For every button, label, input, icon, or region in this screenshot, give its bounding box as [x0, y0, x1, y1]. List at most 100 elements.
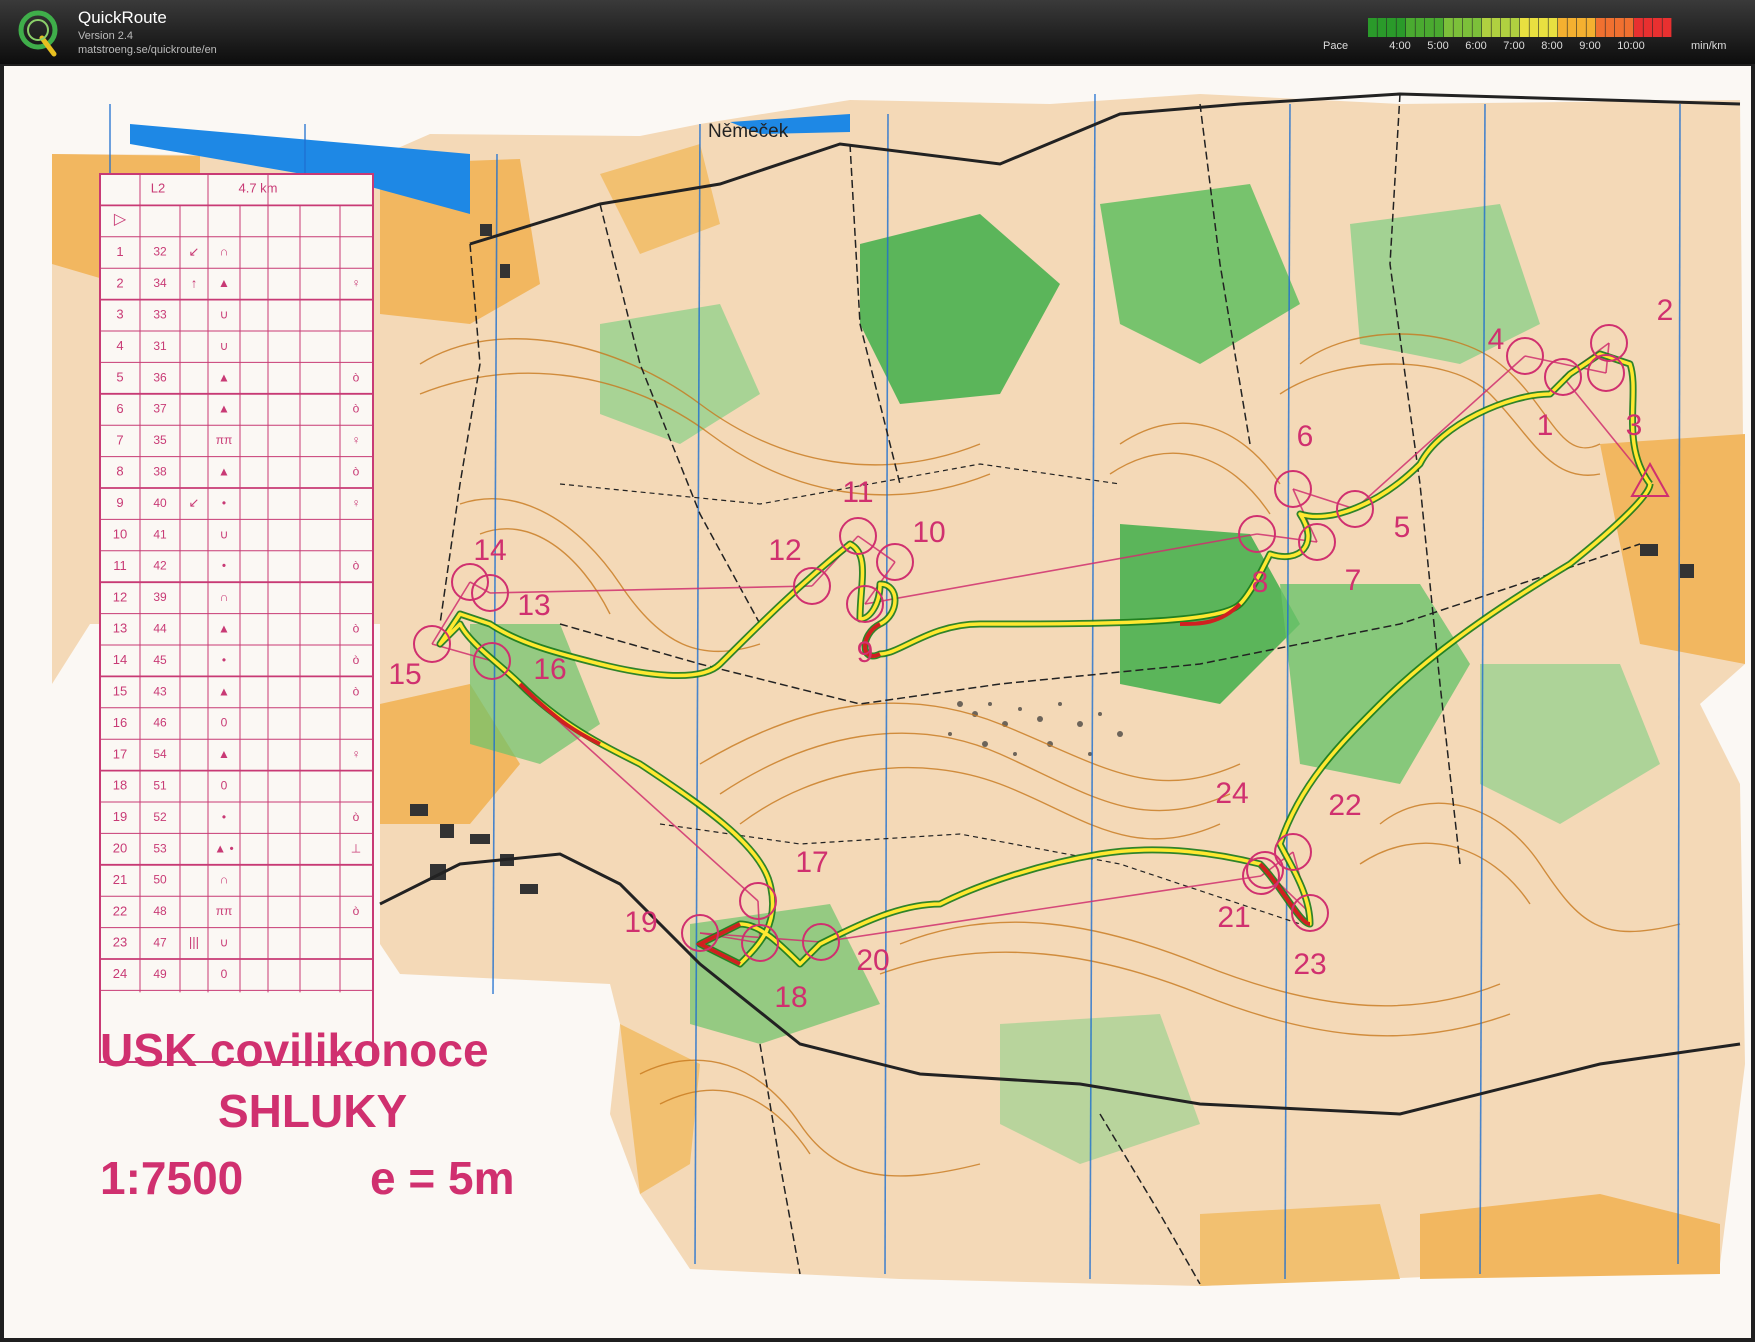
pace-scale-segment [1605, 18, 1615, 37]
quickroute-logo-icon [18, 10, 58, 57]
description-control-code: 33 [153, 307, 167, 321]
description-control-number: 8 [116, 464, 123, 479]
description-control-number: 5 [116, 370, 123, 385]
control-number: 10 [912, 516, 945, 549]
control-description-sheet: L2 4.7 km▷1 32 ↙ ∩2 34 ↑ ▲ ♀3 33 ∪4 31 ∪5 36 ▲ ò6 37 ▲ ò7 3… [99, 173, 374, 1063]
control-number: 22 [1328, 789, 1361, 822]
pace-scale-segment [1643, 18, 1653, 37]
description-control-number: 24 [113, 966, 127, 981]
description-direction: ||| [189, 935, 199, 950]
description-feature: • [222, 496, 226, 510]
description-control-number: 15 [113, 684, 127, 699]
control-number: 7 [1345, 564, 1362, 597]
app-url-link[interactable]: matstroeng.se/quickroute/en [78, 44, 217, 56]
control-number: 2 [1657, 294, 1674, 327]
description-detail: ò [353, 653, 360, 667]
pace-scale-segment [1615, 18, 1624, 37]
control-number: 14 [473, 534, 506, 567]
description-control-code: 50 [153, 873, 167, 887]
pace-color-scale [1368, 18, 1672, 37]
description-detail: ò [353, 559, 360, 573]
pace-scale-segment [1662, 18, 1672, 37]
description-feature: ∩ [220, 590, 229, 604]
description-control-code: 45 [153, 653, 167, 667]
description-detail: ♀ [352, 433, 361, 447]
quickroute-header: QuickRoute Version 2.4 matstroeng.se/qui… [0, 0, 1755, 64]
description-feature: • [222, 810, 226, 824]
description-control-code: 35 [153, 433, 167, 447]
app-version: Version 2.4 [78, 30, 134, 42]
description-feature: ππ [216, 433, 233, 447]
pace-scale-segment [1453, 18, 1463, 37]
control-number: 13 [517, 589, 550, 622]
pace-scale-segment [1482, 18, 1491, 37]
pace-scale-segment [1653, 18, 1662, 37]
description-feature: • [222, 559, 226, 573]
description-control-code: 44 [153, 621, 167, 635]
description-control-code: 31 [153, 339, 167, 353]
pace-scale-segment [1387, 18, 1396, 37]
pace-tick-label: 7:00 [1503, 40, 1525, 52]
description-direction: ↙ [189, 495, 200, 510]
description-control-number: 16 [113, 715, 127, 730]
description-class: L2 [151, 180, 165, 195]
description-control-code: 53 [153, 841, 167, 855]
description-control-code: 48 [153, 904, 167, 918]
description-control-number: 14 [113, 652, 127, 667]
control-number: 17 [795, 846, 828, 879]
control-number: 8 [1252, 566, 1269, 599]
description-detail: ò [353, 684, 360, 698]
control-number: 21 [1217, 901, 1250, 934]
pace-scale-segment [1425, 18, 1434, 37]
description-feature: ▲ • [214, 841, 233, 855]
map-title-name: SHLUKY [218, 1085, 407, 1137]
pace-scale-segment [1624, 18, 1634, 37]
description-control-number: 4 [116, 338, 123, 353]
description-control-code: 42 [153, 559, 167, 573]
control-number: 4 [1488, 323, 1505, 356]
pace-scale-segment [1529, 18, 1539, 37]
description-control-number: 7 [116, 432, 123, 447]
description-control-number: 21 [113, 872, 127, 887]
pace-scale-segment [1444, 18, 1453, 37]
description-control-number: 13 [113, 621, 127, 636]
description-feature: ▲ [218, 370, 230, 384]
pace-tick-label: 6:00 [1465, 40, 1487, 52]
pace-unit: min/km [1691, 40, 1727, 52]
map-title-club: USK covilikonoce [100, 1024, 489, 1076]
control-number: 9 [857, 636, 874, 669]
description-control-number: 23 [113, 935, 127, 950]
description-control-number: 2 [116, 275, 123, 290]
description-detail: ò [353, 464, 360, 478]
description-detail: ò [353, 904, 360, 918]
pace-scale-segment [1368, 18, 1377, 37]
description-detail: ⊥ [351, 841, 361, 855]
pace-scale-segment [1520, 18, 1529, 37]
description-feature: ππ [216, 904, 233, 918]
pace-scale-segment [1434, 18, 1444, 37]
pace-scale-segment [1577, 18, 1586, 37]
map-scale: 1:7500 [100, 1152, 243, 1204]
description-feature: 0 [221, 716, 228, 730]
pace-scale-segment [1586, 18, 1596, 37]
control-number: 23 [1293, 948, 1326, 981]
control-number: 1 [1537, 409, 1554, 442]
description-control-number: 17 [113, 746, 127, 761]
control-number: 11 [842, 476, 873, 509]
description-control-code: 43 [153, 684, 167, 698]
description-detail: ò [353, 402, 360, 416]
pace-tick-label: 5:00 [1427, 40, 1449, 52]
pace-scale-segment [1596, 18, 1605, 37]
control-number: 6 [1297, 420, 1314, 453]
description-control-number: 6 [116, 401, 123, 416]
description-control-code: 47 [153, 935, 167, 949]
description-control-number: 19 [113, 809, 127, 824]
control-number: 18 [774, 981, 807, 1014]
pace-scale-segment [1463, 18, 1472, 37]
description-feature: ▲ [218, 402, 230, 416]
control-number: 19 [624, 906, 657, 939]
description-control-code: 36 [153, 370, 167, 384]
orienteering-map[interactable]: 123456789101112131415 161718192021222324 … [0, 64, 1755, 1342]
description-length: 4.7 km [238, 180, 277, 195]
description-feature: • [222, 653, 226, 667]
